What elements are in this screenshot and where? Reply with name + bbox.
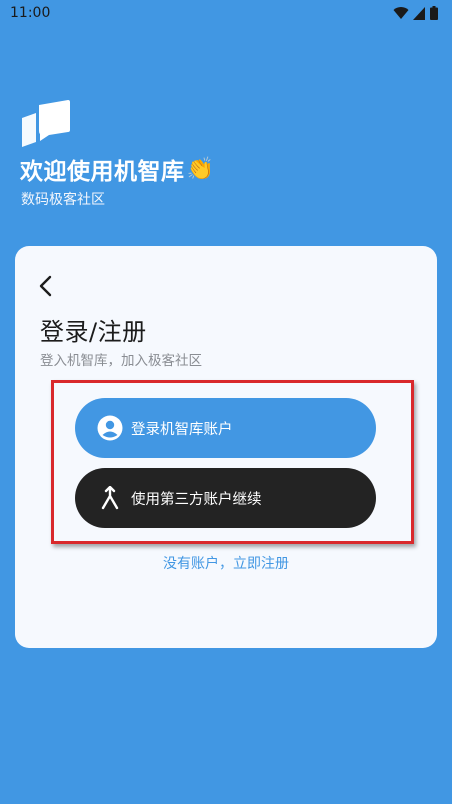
clapping-hands-icon: 👏 <box>186 156 215 182</box>
status-icons <box>393 6 438 20</box>
signal-icon <box>413 6 425 20</box>
user-circle-icon <box>97 415 123 441</box>
card-title: 登录/注册 <box>40 318 147 346</box>
login-account-label: 登录机智库账户 <box>131 421 233 438</box>
chat-bubbles-logo <box>22 100 70 147</box>
login-card: 登录/注册 登入机智库，加入极客社区 登录机智库账户 使用第三方账户继续 没有账… <box>15 246 437 648</box>
status-bar: 11:00 <box>0 0 452 26</box>
welcome-subtitle: 数码极客社区 <box>21 192 105 208</box>
merge-arrow-icon <box>97 485 123 511</box>
chevron-left-icon[interactable] <box>35 274 59 298</box>
battery-icon <box>430 6 438 20</box>
wifi-icon <box>393 7 409 20</box>
welcome-title: 欢迎使用机智库 👏 <box>20 152 214 186</box>
third-party-label: 使用第三方账户继续 <box>131 491 262 508</box>
status-time: 11:00 <box>10 5 51 21</box>
welcome-title-text: 欢迎使用机智库 <box>20 159 185 185</box>
register-link[interactable]: 没有账户，立即注册 <box>15 553 437 573</box>
third-party-button[interactable]: 使用第三方账户继续 <box>75 468 376 528</box>
card-subtitle: 登入机智库，加入极客社区 <box>40 353 202 369</box>
login-account-button[interactable]: 登录机智库账户 <box>75 398 376 458</box>
